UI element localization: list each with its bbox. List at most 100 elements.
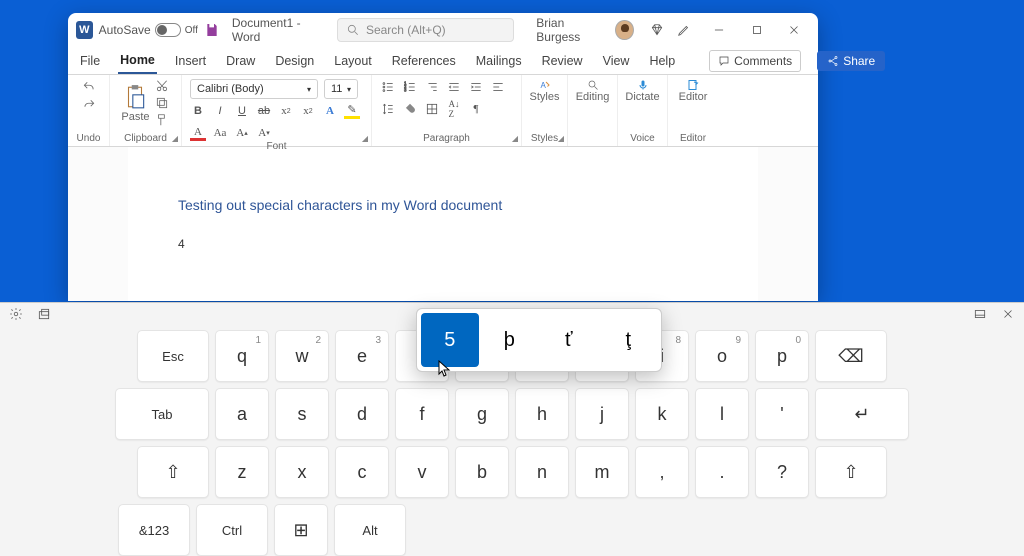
flyout-key[interactable]: ţ [600,313,658,367]
strikethrough-button[interactable]: ab [256,103,272,119]
save-icon[interactable] [204,22,220,38]
undock-icon[interactable] [36,306,52,322]
pen-icon[interactable] [677,22,692,38]
clipboard-launcher-icon[interactable]: ◢ [172,134,178,143]
superscript-button[interactable]: x2 [300,103,316,119]
tab-home[interactable]: Home [118,47,157,74]
tab-view[interactable]: View [601,47,632,74]
maximize-button[interactable] [741,16,773,44]
key-x[interactable]: x [275,446,329,498]
undo-icon[interactable] [81,79,97,95]
show-marks-button[interactable]: ¶ [468,101,484,117]
key-z[interactable]: z [215,446,269,498]
comments-button[interactable]: Comments [709,50,801,72]
cut-icon[interactable] [154,79,170,93]
sort-button[interactable]: A↓Z [446,101,462,117]
key-backspace[interactable]: ⌫ [815,330,887,382]
multilevel-list-button[interactable] [424,79,440,95]
key-g[interactable]: g [455,388,509,440]
styles-launcher-icon[interactable]: ◢ [558,134,564,143]
search-box[interactable]: Search (Alt+Q) [337,18,514,42]
shrink-font-button[interactable]: A▾ [256,125,272,141]
increase-indent-button[interactable] [468,79,484,95]
key-s[interactable]: s [275,388,329,440]
key-j[interactable]: j [575,388,629,440]
key-h[interactable]: h [515,388,569,440]
key-o[interactable]: o9 [695,330,749,382]
flyout-key[interactable]: þ [481,313,539,367]
tab-help[interactable]: Help [647,47,677,74]
minimize-button[interactable] [704,16,736,44]
numbering-button[interactable]: 123 [402,79,418,95]
key-q[interactable]: q1 [215,330,269,382]
tab-references[interactable]: References [390,47,458,74]
key-p[interactable]: p0 [755,330,809,382]
key-d[interactable]: d [335,388,389,440]
highlight-button[interactable]: ✎ [344,103,360,119]
key-e[interactable]: e3 [335,330,389,382]
flyout-key[interactable]: 5 [421,313,479,367]
text-effects-button[interactable]: A [322,103,338,119]
bullets-button[interactable] [380,79,396,95]
underline-button[interactable]: U [234,103,250,119]
document-page[interactable]: Testing out special characters in my Wor… [128,147,758,301]
key-esc[interactable]: Esc [137,330,209,382]
close-icon[interactable] [1000,306,1016,322]
key-f[interactable]: f [395,388,449,440]
key-windows-key[interactable]: ⊞ [274,504,328,556]
key-alt[interactable]: Alt [334,504,406,556]
tab-insert[interactable]: Insert [173,47,208,74]
tab-design[interactable]: Design [273,47,316,74]
borders-button[interactable] [424,101,440,117]
format-painter-icon[interactable] [154,113,170,127]
align-left-button[interactable] [490,79,506,95]
key-v[interactable]: v [395,446,449,498]
diamond-icon[interactable] [650,22,665,38]
document-area[interactable]: Testing out special characters in my Wor… [68,147,818,301]
tab-review[interactable]: Review [540,47,585,74]
key-shift-left[interactable]: ⇧ [137,446,209,498]
editing-button[interactable]: Editing [580,79,606,103]
key-m[interactable]: m [575,446,629,498]
autosave-toggle[interactable]: AutoSave Off [99,23,198,37]
key-tab[interactable]: Tab [115,388,209,440]
dock-icon[interactable] [972,306,988,322]
close-button[interactable] [779,16,811,44]
line-spacing-button[interactable] [380,101,396,117]
key-?[interactable]: ? [755,446,809,498]
editor-button[interactable]: Editor [680,79,706,103]
key-shift-right[interactable]: ⇧ [815,446,887,498]
key-c[interactable]: c [335,446,389,498]
tab-file[interactable]: File [78,47,102,74]
key-ctrl[interactable]: Ctrl [196,504,268,556]
tab-layout[interactable]: Layout [332,47,374,74]
shading-button[interactable] [402,101,418,117]
font-size-select[interactable]: 11▾ [324,79,358,99]
grow-font-button[interactable]: A▴ [234,125,250,141]
paragraph-launcher-icon[interactable]: ◢ [512,134,518,143]
share-button[interactable]: Share [817,51,885,71]
key-enter[interactable]: ↵ [815,388,909,440]
decrease-indent-button[interactable] [446,79,462,95]
tab-draw[interactable]: Draw [224,47,257,74]
key-k[interactable]: k [635,388,689,440]
gear-icon[interactable] [8,306,24,322]
key-n[interactable]: n [515,446,569,498]
key-w[interactable]: w2 [275,330,329,382]
font-launcher-icon[interactable]: ◢ [362,134,368,143]
tab-mailings[interactable]: Mailings [474,47,524,74]
redo-icon[interactable] [81,97,97,113]
italic-button[interactable]: I [212,103,228,119]
key-.[interactable]: . [695,446,749,498]
font-name-select[interactable]: Calibri (Body)▾ [190,79,318,99]
toggle-track[interactable] [155,23,181,37]
styles-button[interactable]: A Styles [532,79,558,103]
copy-icon[interactable] [154,96,170,110]
avatar[interactable] [615,20,634,40]
key-&123[interactable]: &123 [118,504,190,556]
subscript-button[interactable]: x2 [278,103,294,119]
bold-button[interactable]: B [190,103,206,119]
key-a[interactable]: a [215,388,269,440]
dictate-button[interactable]: Dictate [630,79,656,103]
key-,[interactable]: , [635,446,689,498]
